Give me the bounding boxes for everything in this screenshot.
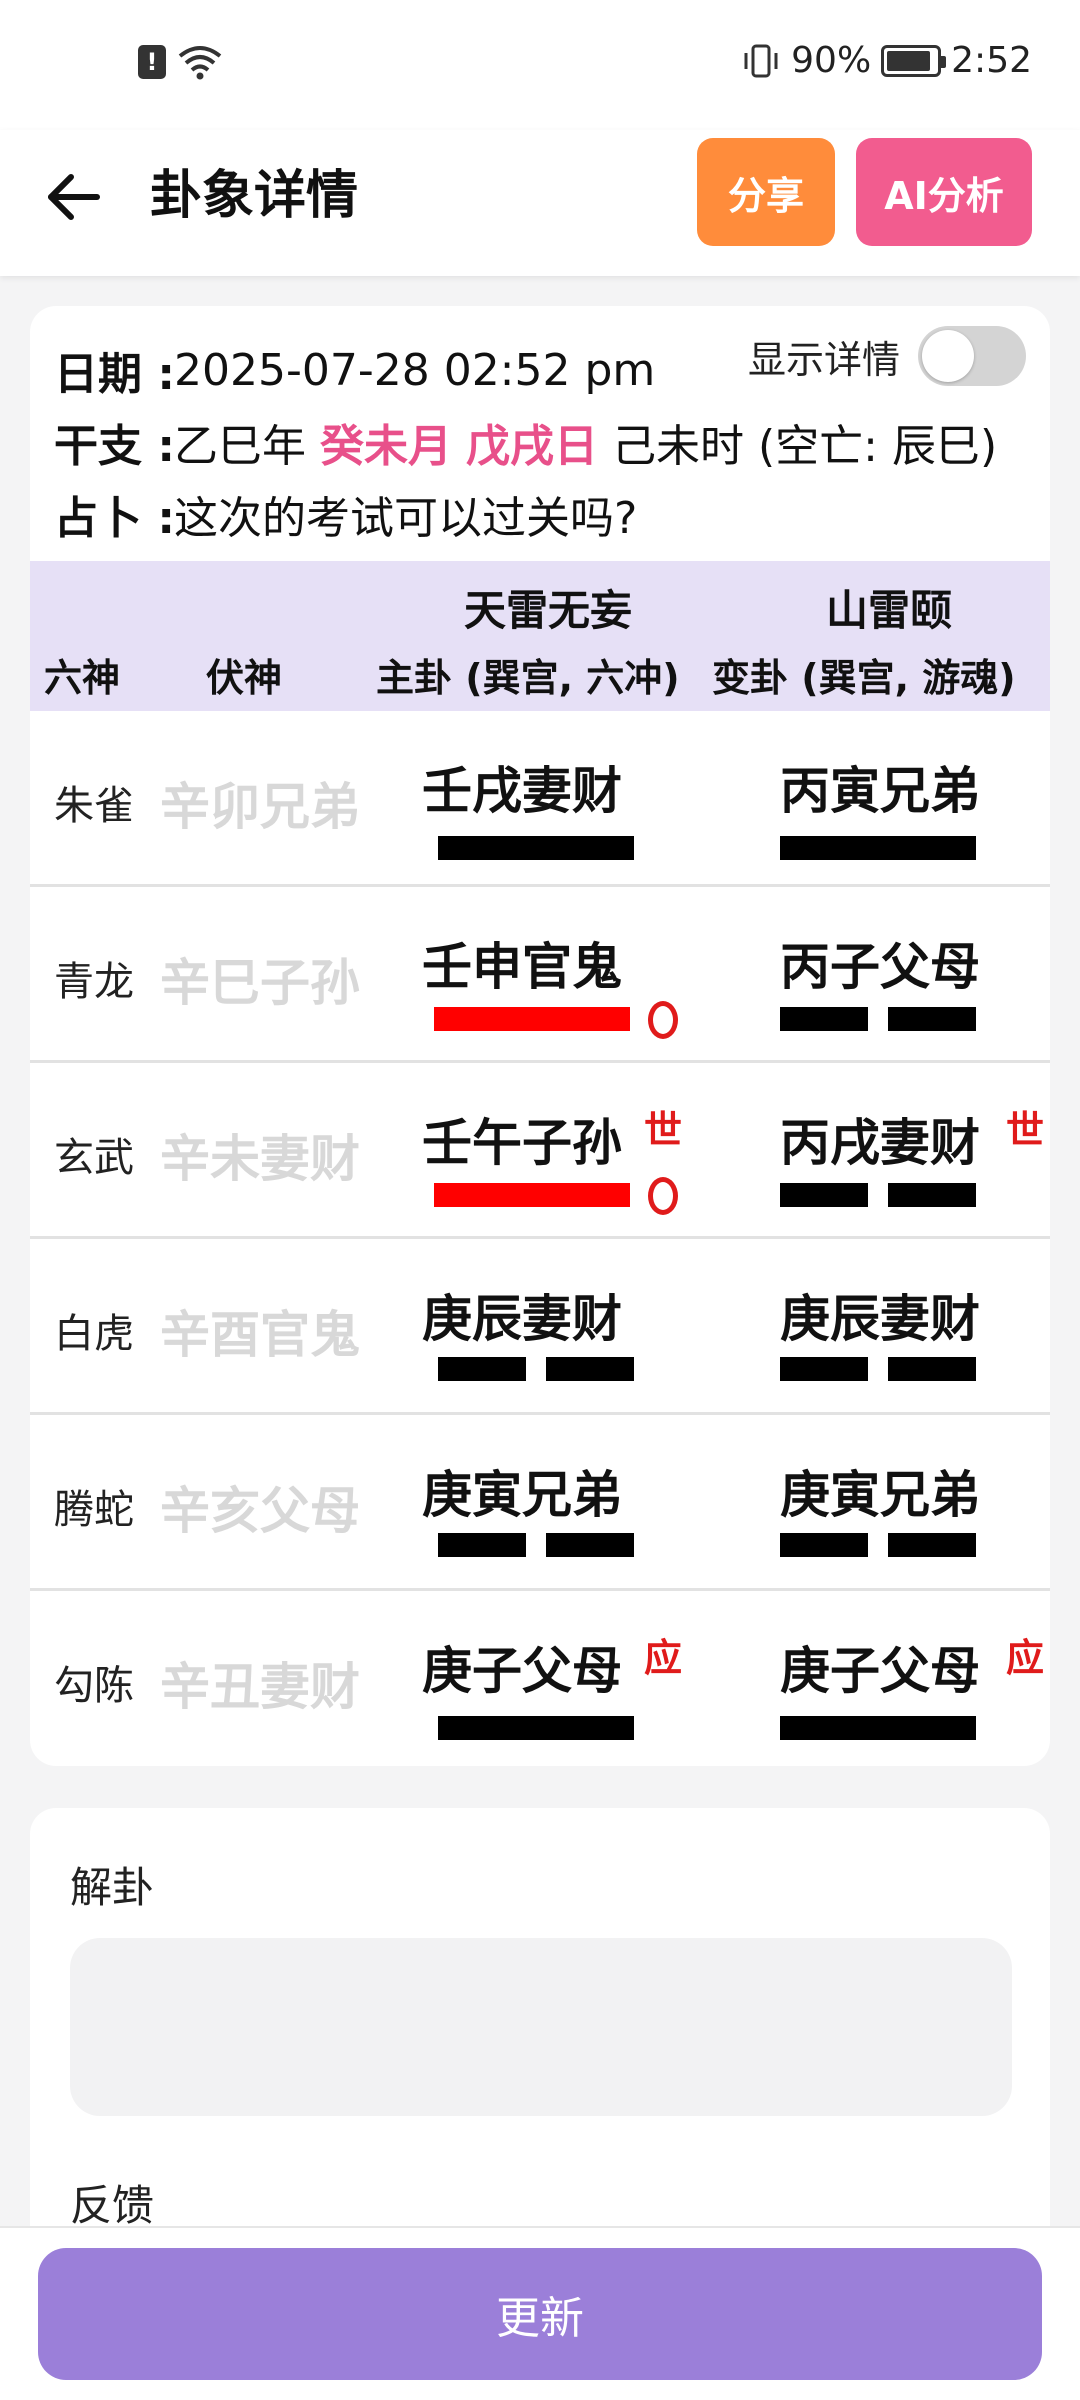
- ganzhi-label: 干支 :: [54, 421, 175, 472]
- hidden-spirit: 辛卯兄弟: [160, 778, 360, 836]
- wifi-icon: [178, 46, 222, 80]
- page-title: 卦象详情: [150, 166, 359, 226]
- moving-line-circle-icon: [648, 1001, 678, 1039]
- col-main-hexagram: 主卦 (巽宫, 六冲): [376, 656, 680, 700]
- table-row: 青龙 辛巳子孙 壬申官鬼 丙子父母: [30, 887, 1050, 1063]
- hidden-spirit: 辛未妻财: [160, 1130, 360, 1188]
- status-bar: ! 90% 2:52: [0, 0, 1080, 130]
- main-line-label: 壬申官鬼: [422, 938, 622, 996]
- changed-line-label: 丙寅兄弟: [780, 762, 980, 820]
- changed-yang-line: [780, 1716, 976, 1740]
- changed-line-label: 庚寅兄弟: [780, 1466, 980, 1524]
- changed-yin-line-left: [780, 1357, 868, 1381]
- table-row: 勾陈 辛丑妻财 庚子父母 应 庚子父母 应: [30, 1591, 1050, 1766]
- six-god: 勾陈: [54, 1663, 134, 1709]
- main-yin-line-right: [546, 1533, 634, 1557]
- table-row: 玄武 辛未妻财 壬午子孙 世 丙戌妻财 世: [30, 1063, 1050, 1239]
- clock: 2:52: [951, 40, 1032, 81]
- main-line-label: 壬午子孙: [422, 1114, 622, 1172]
- ganzhi-day: 戊戌日: [466, 421, 598, 472]
- table-row: 腾蛇 辛亥父母 庚寅兄弟 庚寅兄弟: [30, 1415, 1050, 1591]
- battery-percent: 90%: [791, 40, 872, 81]
- main-yang-line: [438, 1716, 634, 1740]
- main-line-label: 庚辰妻财: [422, 1290, 622, 1348]
- back-button[interactable]: [38, 162, 108, 232]
- sim-alert-icon: !: [138, 45, 166, 79]
- six-god: 白虎: [54, 1311, 134, 1357]
- moving-line-circle-icon: [648, 1177, 678, 1215]
- main-yin-line-right: [546, 1357, 634, 1381]
- six-god: 青龙: [54, 959, 134, 1005]
- date-value: 2025-07-28 02:52 pm: [174, 344, 656, 396]
- share-button[interactable]: 分享: [697, 138, 835, 246]
- six-god: 朱雀: [54, 783, 134, 829]
- hidden-spirit: 辛亥父母: [160, 1482, 360, 1540]
- battery-fill: [887, 50, 931, 71]
- interpretation-input[interactable]: [70, 1938, 1012, 2116]
- changed-yin-line-right: [888, 1357, 976, 1381]
- six-god: 腾蛇: [54, 1487, 134, 1533]
- six-god: 玄武: [54, 1135, 134, 1181]
- table-header: 天雷无妄 山雷颐 六神 伏神 主卦 (巽宫, 六冲) 变卦 (巽宫, 游魂): [30, 561, 1050, 711]
- show-details-control: 显示详情: [748, 326, 1026, 386]
- changed-line-label: 庚子父母: [780, 1642, 980, 1700]
- main-moving-yang-line: [434, 1183, 630, 1207]
- arrow-left-icon: [48, 174, 100, 220]
- battery-icon: [881, 44, 947, 77]
- ganzhi-year: 乙巳年: [174, 421, 306, 472]
- ganzhi-month: 癸未月: [320, 421, 452, 472]
- show-details-label: 显示详情: [747, 337, 900, 382]
- status-right: 90% 2:52: [741, 40, 1032, 81]
- vibrate-icon: [744, 44, 778, 77]
- interpretation-card: 解卦 反馈: [30, 1808, 1050, 2230]
- world-marker: 世: [1006, 1108, 1045, 1152]
- bottom-bar: 更新: [0, 2226, 1080, 2400]
- changed-yang-line: [780, 836, 976, 860]
- hidden-spirit: 辛巳子孙: [160, 954, 360, 1012]
- world-marker: 世: [644, 1108, 683, 1152]
- main-line-label: 庚寅兄弟: [422, 1466, 622, 1524]
- ai-analysis-button[interactable]: AI分析: [856, 138, 1032, 246]
- show-details-toggle[interactable]: [918, 326, 1026, 386]
- toggle-knob: [922, 330, 974, 382]
- date-label: 日期 :: [54, 349, 175, 400]
- ganzhi-row: 干支 : 乙巳年 癸未月 戊戌日 己未时 (空亡: 辰巳): [54, 406, 1044, 478]
- ganzhi-hour: 己未时 (空亡: 辰巳): [612, 421, 998, 472]
- hidden-spirit: 辛丑妻财: [160, 1658, 360, 1716]
- col-six-gods: 六神: [44, 656, 121, 700]
- question-value: 这次的考试可以过关吗?: [174, 493, 638, 544]
- main-yin-line-left: [438, 1533, 526, 1557]
- response-marker: 应: [644, 1636, 683, 1680]
- status-left: !: [138, 44, 222, 80]
- main-yang-line: [438, 836, 634, 860]
- main-line-label: 庚子父母: [422, 1642, 622, 1700]
- update-button[interactable]: 更新: [38, 2248, 1042, 2380]
- main-moving-yang-line: [434, 1007, 630, 1031]
- main-yin-line-left: [438, 1357, 526, 1381]
- changed-line-label: 丙子父母: [780, 938, 980, 996]
- changed-yin-line-left: [780, 1533, 868, 1557]
- app-header: 卦象详情 分享 AI分析: [0, 130, 1080, 276]
- changed-hexagram-name: 山雷颐: [826, 586, 953, 635]
- hidden-spirit: 辛酉官鬼: [160, 1306, 360, 1364]
- response-marker: 应: [1006, 1636, 1045, 1680]
- changed-yin-line-right: [888, 1007, 976, 1031]
- changed-yin-line-right: [888, 1183, 976, 1207]
- changed-yin-line-left: [780, 1183, 868, 1207]
- col-hidden-spirit: 伏神: [206, 656, 283, 700]
- main-hexagram-name: 天雷无妄: [464, 586, 633, 635]
- table-row: 白虎 辛酉官鬼 庚辰妻财 庚辰妻财: [30, 1239, 1050, 1415]
- changed-yin-line-right: [888, 1533, 976, 1557]
- changed-line-label: 丙戌妻财: [780, 1114, 980, 1172]
- changed-line-label: 庚辰妻财: [780, 1290, 980, 1348]
- hexagram-card: 日期 : 2025-07-28 02:52 pm 干支 : 乙巳年 癸未月 戊戌…: [30, 306, 1050, 1766]
- table-row: 朱雀 辛卯兄弟 壬戌妻财 丙寅兄弟: [30, 711, 1050, 887]
- main-line-label: 壬戌妻财: [422, 762, 622, 820]
- col-changed-hexagram: 变卦 (巽宫, 游魂): [712, 656, 1016, 700]
- question-row: 占卜 : 这次的考试可以过关吗?: [54, 478, 1044, 550]
- interpretation-label: 解卦: [70, 1863, 155, 1912]
- question-label: 占卜 :: [54, 493, 175, 544]
- feedback-label: 反馈: [70, 2181, 155, 2230]
- changed-yin-line-left: [780, 1007, 868, 1031]
